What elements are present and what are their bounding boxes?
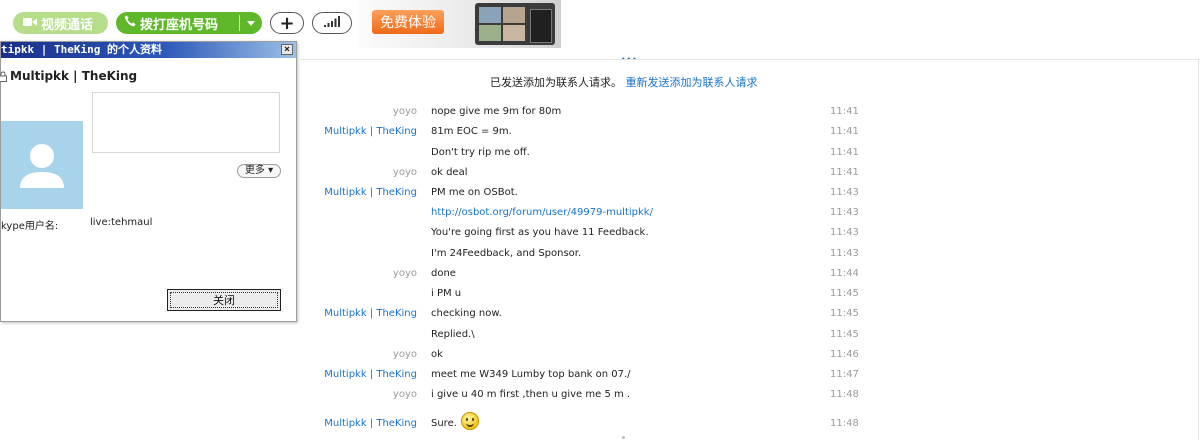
chevron-down-icon[interactable] xyxy=(247,21,255,26)
lock-icon xyxy=(0,70,7,82)
message-time: 11:41 xyxy=(830,126,859,137)
message-time: 11:45 xyxy=(830,329,859,340)
close-button[interactable]: 关闭 xyxy=(167,289,281,311)
skype-name-value: live:tehmaul xyxy=(90,217,153,228)
message-text: PM me on OSBot. xyxy=(431,187,518,198)
status-text: 已发送添加为联系人请求。 xyxy=(490,76,622,89)
free-trial-button[interactable]: 免费体验 xyxy=(372,10,444,34)
message-sender[interactable]: Multipkk | TheKing xyxy=(324,366,417,384)
video-camera-icon xyxy=(23,16,37,31)
message-text: i give u 40 m first ,then u give me 5 m … xyxy=(431,389,631,400)
mood-message-box xyxy=(92,92,280,153)
dialog-title: tipkk | TheKing 的个人资料 xyxy=(1,43,162,56)
avatar xyxy=(1,121,83,209)
message-body: Sure. xyxy=(431,412,479,433)
add-button[interactable]: + xyxy=(270,12,304,34)
chat-message: yoyo i give u 40 m first ,then u give me… xyxy=(0,386,1200,404)
call-quality-button[interactable] xyxy=(312,12,352,34)
message-time: 11:48 xyxy=(830,389,859,400)
resend-request-link[interactable]: 重新发送添加为联系人请求 xyxy=(626,76,758,89)
contact-request-status: 已发送添加为联系人请求。 重新发送添加为联系人请求 xyxy=(490,74,758,90)
plus-icon: + xyxy=(279,12,295,34)
signal-bars-icon xyxy=(324,16,340,30)
message-sender[interactable]: Multipkk | TheKing xyxy=(324,123,417,141)
message-time: 11:41 xyxy=(830,106,859,117)
video-call-button[interactable]: 视频通话 xyxy=(13,12,108,34)
user-silhouette-icon xyxy=(20,144,64,188)
message-time: 11:47 xyxy=(830,369,859,380)
message-sender[interactable]: Multipkk | TheKing xyxy=(324,305,417,323)
message-text: i PM u xyxy=(431,288,462,299)
message-text: ok deal xyxy=(431,167,468,178)
message-time: 11:44 xyxy=(830,268,859,279)
message-text: meet me W349 Lumby top bank on 07./ xyxy=(431,369,631,380)
message-time: 11:41 xyxy=(830,147,859,158)
message-text: ok xyxy=(431,349,443,360)
message-sender[interactable]: Multipkk | TheKing xyxy=(324,184,417,202)
phone-icon xyxy=(124,15,136,31)
button-divider xyxy=(239,15,240,31)
message-text: done xyxy=(431,268,456,279)
message-time: 11:43 xyxy=(830,207,859,218)
chat-message: Multipkk | TheKing meet me W349 Lumby to… xyxy=(0,366,1200,384)
profile-dialog: tipkk | TheKing 的个人资料 × Multipkk | TheKi… xyxy=(0,41,297,322)
message-text: 81m EOC = 9m. xyxy=(431,126,512,137)
promo-banner[interactable]: 免费体验 xyxy=(359,0,561,48)
message-text: You're going first as you have 11 Feedba… xyxy=(431,227,649,238)
message-time: 11:41 xyxy=(830,167,859,178)
message-sender: yoyo xyxy=(392,167,417,178)
chevron-down-icon: ▾ xyxy=(268,165,274,176)
message-text: checking now. xyxy=(431,308,502,319)
message-time: 11:43 xyxy=(830,248,859,259)
close-icon[interactable]: × xyxy=(281,44,293,55)
chat-message: Multipkk | TheKing Sure. 11:48 xyxy=(0,412,1200,433)
message-sender: yoyo xyxy=(392,389,417,400)
header-divider xyxy=(300,59,1200,60)
message-link[interactable]: http://osbot.org/forum/user/49979-multip… xyxy=(431,204,653,222)
message-sender: yoyo xyxy=(392,106,417,117)
call-landline-label: 拨打座机号码 xyxy=(140,17,219,33)
message-time: 11:43 xyxy=(830,227,859,238)
message-sender[interactable]: Multipkk | TheKing xyxy=(324,415,417,433)
message-text: nope give me 9m for 80m xyxy=(431,106,562,117)
promo-image xyxy=(475,3,555,45)
more-button-label: 更多 xyxy=(244,165,265,176)
more-button[interactable]: 更多 ▾ xyxy=(237,164,281,178)
message-time: 11:43 xyxy=(830,187,859,198)
profile-display-name: Multipkk | TheKing xyxy=(10,69,138,83)
video-call-label: 视频通话 xyxy=(41,17,94,33)
profile-name: Multipkk | TheKing xyxy=(0,69,137,83)
chat-message: Replied.\ 11:45 xyxy=(0,326,1200,344)
message-time: 11:45 xyxy=(830,288,859,299)
focus-outline xyxy=(170,292,278,308)
skype-name-label: kype用户名: xyxy=(1,221,59,232)
smile-emoji-icon xyxy=(460,412,479,430)
message-time: 11:48 xyxy=(830,418,859,429)
message-text: Sure. xyxy=(431,418,457,429)
message-time: 11:46 xyxy=(830,349,859,360)
scroll-indicator xyxy=(622,436,625,439)
more-indicator[interactable]: ... xyxy=(621,49,638,63)
dialog-title-bar[interactable]: tipkk | TheKing 的个人资料 × xyxy=(1,42,296,58)
message-text: I'm 24Feedback, and Sponsor. xyxy=(431,248,582,259)
message-text: Replied.\ xyxy=(431,329,475,340)
message-text: Don't try rip me off. xyxy=(431,147,530,158)
chat-message: yoyo ok 11:46 xyxy=(0,346,1200,364)
message-time: 11:45 xyxy=(830,308,859,319)
message-sender: yoyo xyxy=(392,268,417,279)
message-sender: yoyo xyxy=(392,349,417,360)
call-landline-button[interactable]: 拨打座机号码 xyxy=(116,12,262,34)
